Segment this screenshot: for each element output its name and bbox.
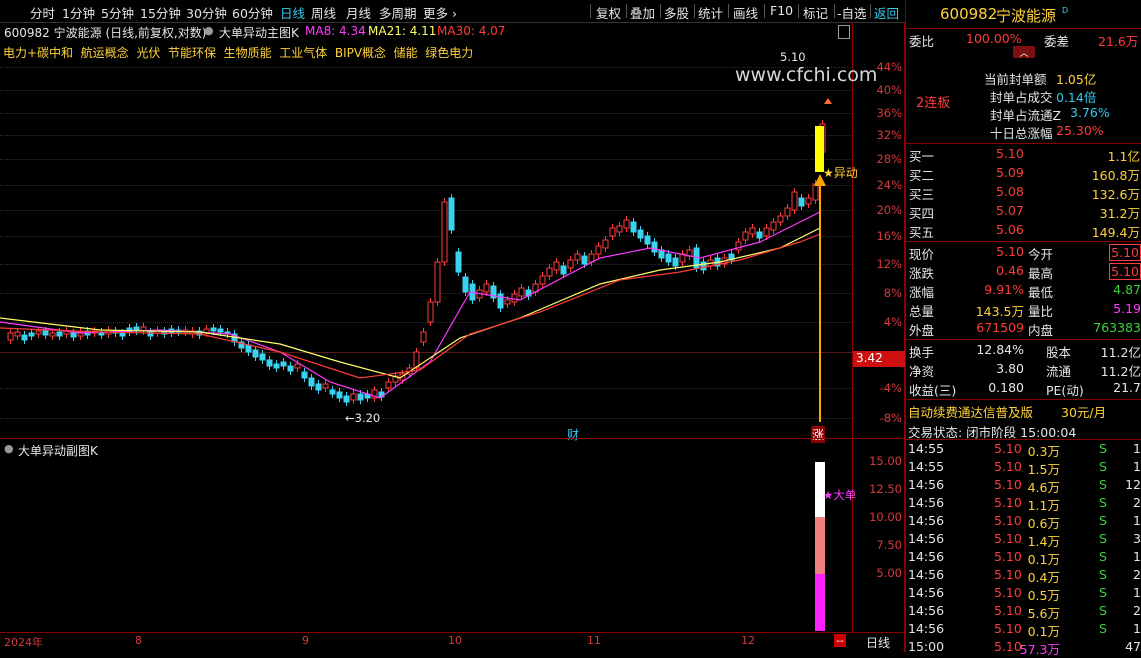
- y-tick-label: 12%: [876, 257, 902, 271]
- trade-status-row: 交易状态: 闭市阶段 15:00:04: [908, 425, 1077, 440]
- collapse-chevron-icon[interactable]: ︿: [1013, 46, 1035, 59]
- period-toolbar: 分时 1分钟 5分钟 15分钟 30分钟 60分钟 日线 周线 月线 多周期 更…: [0, 0, 904, 23]
- finance-row: 收益(三) 0.180 PE(动) 21.7: [909, 380, 1141, 398]
- bottom-period-tab[interactable]: 日线: [866, 634, 890, 651]
- draw-button[interactable]: 画线: [733, 3, 758, 22]
- limit-up-marker[interactable]: 涨: [811, 426, 826, 443]
- tab-daily[interactable]: 日线: [280, 3, 305, 22]
- y-tick-label: 36%: [876, 106, 902, 120]
- tab-15min[interactable]: 15分钟: [140, 3, 181, 22]
- x-tick-label: 12: [741, 634, 755, 647]
- tick-row: 14:56 5.10 5.6万 S 2: [908, 603, 1141, 621]
- quote-row: 涨跌 0.46 最高 5.10: [909, 263, 1141, 281]
- seal-stat-row: 封单占流通Z 3.76%: [990, 105, 1110, 123]
- sub-dropdown-icon[interactable]: ●: [4, 442, 14, 455]
- x-tick-label: 8: [135, 634, 142, 647]
- tick-row: 14:55 5.10 0.3万 S 1: [908, 441, 1141, 459]
- tick-row: 14:56 5.10 1.1万 S 2: [908, 495, 1141, 513]
- sub-tick-label: 5.00: [876, 566, 902, 580]
- tab-fenshi[interactable]: 分时: [30, 3, 55, 22]
- bid-row[interactable]: 买三 5.08 132.6万: [906, 183, 1141, 202]
- stats-button[interactable]: 统计: [698, 3, 723, 22]
- quote-panel: 600982 宁波能源 D 委比 100.00% 委差 21.6万 ︿ 2连板 …: [905, 0, 1141, 657]
- watermark: www.cfchi.com: [735, 64, 878, 86]
- ad-row[interactable]: 自动续费通达信普及版 30元/月: [906, 401, 1141, 420]
- bid-row[interactable]: 买五 5.06 149.4万: [906, 221, 1141, 240]
- tab-30min[interactable]: 30分钟: [186, 3, 227, 22]
- bid-row[interactable]: 买一 5.10 1.1亿: [906, 145, 1141, 164]
- y-tick-label: 16%: [876, 229, 902, 243]
- bid-row[interactable]: 买四 5.07 31.2万: [906, 202, 1141, 221]
- info-icon[interactable]: D: [1062, 6, 1068, 15]
- y-tick-label: -4%: [879, 381, 902, 395]
- yidong-marker: ★异动: [823, 166, 858, 180]
- x-tick-label: 10: [448, 634, 462, 647]
- tab-more[interactable]: 更多 ›: [423, 3, 457, 22]
- tick-row: 15:00 5.10 57.3万 47: [908, 639, 1141, 657]
- tab-1min[interactable]: 1分钟: [62, 3, 95, 22]
- big-order-bar-magenta: [815, 574, 825, 631]
- x-tick-label: 11: [587, 634, 601, 647]
- tick-row: 14:56 5.10 0.4万 S 2: [908, 567, 1141, 585]
- tick-row: 14:55 5.10 1.5万 S 1: [908, 459, 1141, 477]
- finance-marker[interactable]: 财: [567, 426, 579, 443]
- multi-stock-button[interactable]: 多股: [664, 3, 689, 22]
- kline-chart[interactable]: 600982 宁波能源 (日线,前复权,对数) ● 大单异动主图K MA8: 4…: [0, 22, 906, 652]
- high-price-label: 5.10: [780, 50, 806, 64]
- f10-button[interactable]: F10: [770, 3, 793, 18]
- quote-row: 涨幅 9.91% 最低 4.87: [909, 282, 1141, 300]
- sub-tick-label: 12.50: [869, 482, 902, 496]
- y-tick-label: 24%: [876, 178, 902, 192]
- sub-indicator-name[interactable]: 大单异动副图K: [18, 442, 98, 459]
- current-price-tag: 3.42: [853, 351, 906, 367]
- seal-stat-row: 封单占成交 0.14倍: [990, 90, 1097, 105]
- stock-header: 600982 宁波能源 D: [906, 4, 1141, 26]
- big-order-bar-pink: [815, 517, 825, 574]
- finance-row: 净资 3.80 流通 11.2亿: [909, 361, 1141, 379]
- x-tick-label: 9: [302, 634, 309, 647]
- tab-weekly[interactable]: 周线: [311, 3, 336, 22]
- watchlist-button[interactable]: -自选: [837, 3, 867, 22]
- bid-row[interactable]: 买二 5.09 160.8万: [906, 164, 1141, 183]
- tick-row: 14:56 5.10 1.4万 S 3: [908, 531, 1141, 549]
- back-button[interactable]: 返回: [874, 3, 899, 22]
- stock-code: 600982: [940, 5, 998, 23]
- tick-row: 14:56 5.10 0.1万 S 1: [908, 621, 1141, 639]
- tick-row: 14:56 5.10 4.6万 S 12: [908, 477, 1141, 495]
- tick-row: 14:56 5.10 0.5万 S 1: [908, 585, 1141, 603]
- tab-multi-period[interactable]: 多周期: [379, 3, 417, 22]
- finance-row: 换手 12.84% 股本 11.2亿: [909, 342, 1141, 360]
- big-order-star: ★大单: [823, 488, 857, 502]
- y-tick-label: -8%: [879, 411, 902, 425]
- y-tick-label: 4%: [883, 315, 902, 329]
- sub-tick-label: 10.00: [869, 510, 902, 524]
- y-tick-label: 8%: [883, 286, 902, 300]
- y-tick-label: 28%: [876, 152, 902, 166]
- mark-button[interactable]: 标记: [803, 3, 828, 22]
- low-price-label: ←3.20: [345, 411, 381, 425]
- tick-row: 14:56 5.10 0.6万 S 1: [908, 513, 1141, 531]
- seal-stat-row: 十日总涨幅 25.30%: [990, 123, 1104, 141]
- x-tick-label: 2024年: [4, 636, 43, 649]
- overlay-button[interactable]: 叠加: [630, 3, 655, 22]
- seal-stat-row: 当前封单额 1.05亿: [984, 72, 1097, 87]
- quote-row: 外盘 671509 内盘 763383: [909, 320, 1141, 338]
- sub-tick-label: 15.00: [869, 454, 902, 468]
- quote-row: 现价 5.10 今开 5.10: [909, 244, 1141, 262]
- tick-row: 14:56 5.10 0.1万 S 1: [908, 549, 1141, 567]
- y-tick-label: 20%: [876, 203, 902, 217]
- candlestick-plot: [0, 98, 832, 422]
- stock-name: 宁波能源: [996, 7, 1057, 25]
- fuquan-button[interactable]: 复权: [596, 3, 621, 22]
- tab-5min[interactable]: 5分钟: [101, 3, 134, 22]
- cursor-date-tag: --: [834, 634, 846, 647]
- y-tick-label: 32%: [876, 128, 902, 142]
- sub-tick-label: 7.50: [876, 538, 902, 552]
- tab-monthly[interactable]: 月线: [346, 3, 371, 22]
- quote-row: 总量 143.5万 量比 5.19: [909, 301, 1141, 319]
- tab-60min[interactable]: 60分钟: [232, 3, 273, 22]
